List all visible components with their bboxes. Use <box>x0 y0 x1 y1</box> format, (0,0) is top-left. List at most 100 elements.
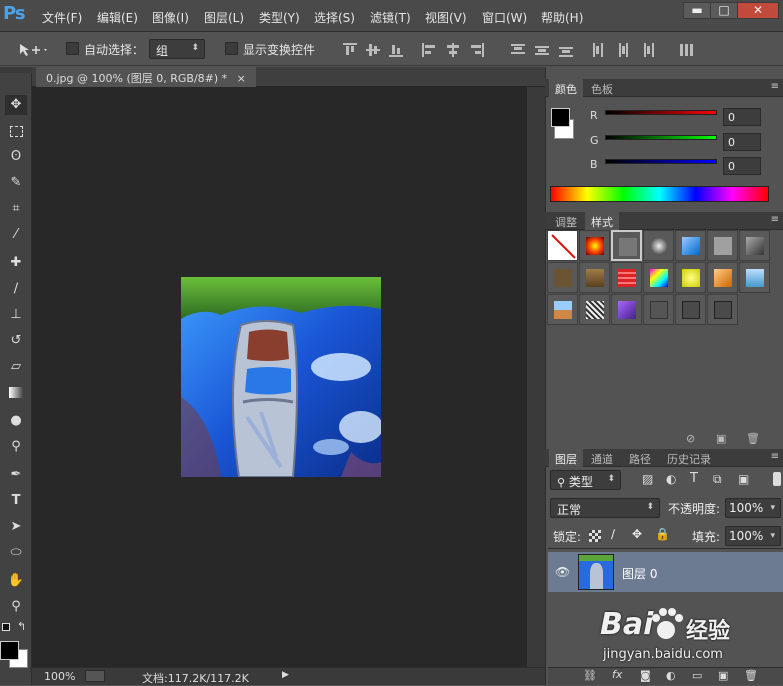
style-swatch[interactable] <box>579 294 610 325</box>
style-swatch[interactable] <box>707 294 738 325</box>
zoom-tool-icon[interactable]: ⚲ <box>5 597 27 617</box>
align-bottom-icon[interactable] <box>389 43 403 57</box>
blend-mode-dropdown[interactable]: 正常 ⬍ <box>550 498 660 518</box>
lock-transparent-pixels-icon[interactable] <box>589 530 601 542</box>
toolbar-grip[interactable] <box>0 67 32 73</box>
new-style-icon[interactable]: ▣ <box>716 432 726 445</box>
style-swatch[interactable] <box>611 230 642 261</box>
tab-paths[interactable]: 路径 <box>623 449 657 467</box>
move-tool-icon[interactable]: ✥ <box>5 95 27 115</box>
filter-type-icon[interactable]: T <box>690 471 698 486</box>
menu-image[interactable]: 图像(I) <box>152 9 189 26</box>
align-left-icon[interactable] <box>422 43 436 57</box>
fill-field[interactable]: 100% ▾ <box>725 526 781 546</box>
style-swatch[interactable] <box>547 294 578 325</box>
style-swatch[interactable] <box>643 230 674 261</box>
style-swatch[interactable] <box>547 262 578 293</box>
style-swatch[interactable] <box>643 294 674 325</box>
foreground-color-swatch[interactable] <box>0 641 19 660</box>
quick-selection-tool-icon[interactable]: ✎ <box>5 173 27 193</box>
lock-all-icon[interactable]: 🔒 <box>655 527 670 541</box>
path-selection-tool-icon[interactable]: ➤ <box>5 517 27 537</box>
lock-image-pixels-icon[interactable]: ∕ <box>611 527 615 541</box>
gradient-tool-icon[interactable] <box>5 383 27 403</box>
style-swatch[interactable] <box>675 294 706 325</box>
clear-style-icon[interactable]: ⊘ <box>686 432 695 445</box>
clone-stamp-tool-icon[interactable]: ⊥ <box>5 305 27 325</box>
swap-colors-icon[interactable]: ↰ <box>17 620 26 633</box>
new-layer-icon[interactable]: ▣ <box>718 669 728 682</box>
layer-effects-icon[interactable]: fx <box>612 668 622 681</box>
healing-brush-tool-icon[interactable]: ✚ <box>5 253 27 273</box>
blue-value-field[interactable]: 0 <box>723 157 761 175</box>
style-swatch[interactable] <box>675 230 706 261</box>
delete-layer-icon[interactable]: 🗑 <box>744 669 758 682</box>
distribute-right-icon[interactable] <box>640 43 654 57</box>
filter-pixel-icon[interactable]: ▨ <box>642 472 653 486</box>
default-colors-icon[interactable] <box>2 623 10 631</box>
align-right-icon[interactable] <box>470 43 484 57</box>
show-transform-checkbox[interactable] <box>225 42 238 55</box>
tab-channels[interactable]: 通道 <box>585 449 619 467</box>
style-swatch[interactable] <box>707 262 738 293</box>
menu-window[interactable]: 窗口(W) <box>482 9 527 26</box>
align-hcenter-icon[interactable] <box>446 43 460 57</box>
distribute-bottom-icon[interactable] <box>559 43 573 57</box>
style-none-swatch[interactable] <box>547 230 578 261</box>
align-vcenter-icon[interactable] <box>366 43 380 57</box>
layer-name[interactable]: 图层 0 <box>622 565 657 582</box>
menu-filter[interactable]: 滤镜(T) <box>370 9 411 26</box>
style-swatch[interactable] <box>707 230 738 261</box>
auto-align-icon[interactable] <box>680 43 694 57</box>
dodge-tool-icon[interactable]: ⚲ <box>5 437 27 457</box>
lasso-tool-icon[interactable]: ʘ <box>5 147 27 167</box>
red-slider[interactable] <box>605 110 717 115</box>
panel-menu-icon[interactable]: ≡ <box>771 451 779 462</box>
distribute-hcenter-icon[interactable] <box>616 43 630 57</box>
filter-adjustment-icon[interactable]: ◐ <box>666 472 676 486</box>
panel-menu-icon[interactable]: ≡ <box>771 81 779 92</box>
menu-edit[interactable]: 编辑(E) <box>97 9 138 26</box>
tab-styles[interactable]: 样式 <box>585 212 619 230</box>
opacity-field[interactable]: 100% ▾ <box>725 498 781 518</box>
minimize-button[interactable]: ▬ <box>683 2 711 19</box>
eraser-tool-icon[interactable]: ▱ <box>5 357 27 377</box>
style-swatch[interactable] <box>739 262 770 293</box>
menu-select[interactable]: 选择(S) <box>314 9 355 26</box>
close-tab-icon[interactable]: × <box>237 72 246 85</box>
style-swatch[interactable] <box>675 262 706 293</box>
tab-layers[interactable]: 图层 <box>549 449 583 467</box>
adjustment-layer-icon[interactable]: ◐ <box>666 669 676 682</box>
crop-tool-icon[interactable]: ⌗ <box>5 199 27 219</box>
style-swatch[interactable] <box>643 262 674 293</box>
menu-file[interactable]: 文件(F) <box>42 9 82 26</box>
color-spectrum-bar[interactable] <box>550 186 769 202</box>
distribute-left-icon[interactable] <box>592 43 606 57</box>
close-button[interactable]: ✕ <box>737 2 779 19</box>
eyedropper-tool-icon[interactable]: ⁄ <box>5 225 27 245</box>
history-brush-tool-icon[interactable]: ↺ <box>5 331 27 351</box>
blur-tool-icon[interactable]: ● <box>5 411 27 431</box>
document-tab[interactable]: 0.jpg @ 100% (图层 0, RGB/8#) * × <box>36 67 256 87</box>
style-swatch[interactable] <box>579 230 610 261</box>
auto-select-dropdown[interactable]: 组 ⬍ <box>149 39 205 59</box>
style-swatch[interactable] <box>611 294 642 325</box>
tab-color[interactable]: 颜色 <box>549 79 583 97</box>
filter-toggle-icon[interactable] <box>773 472 781 486</box>
layer-filter-dropdown[interactable]: ⚲ 类型 ⬍ <box>550 470 621 490</box>
vertical-scrollbar[interactable] <box>527 87 545 667</box>
panel-menu-icon[interactable]: ≡ <box>771 214 779 225</box>
share-icon[interactable] <box>85 670 105 682</box>
menu-type[interactable]: 类型(Y) <box>259 9 300 26</box>
green-value-field[interactable]: 0 <box>723 133 761 151</box>
tab-adjustments[interactable]: 调整 <box>549 212 583 230</box>
style-swatch[interactable] <box>579 262 610 293</box>
ellipse-tool-icon[interactable]: ⬭ <box>5 543 27 563</box>
green-slider[interactable] <box>605 135 717 140</box>
hand-tool-icon[interactable]: ✋ <box>5 571 27 591</box>
new-group-icon[interactable]: ▭ <box>692 669 702 682</box>
style-swatch[interactable] <box>739 230 770 261</box>
marquee-tool-icon[interactable] <box>5 122 27 142</box>
color-foreground-swatch[interactable] <box>551 108 570 127</box>
lock-position-icon[interactable]: ✥ <box>632 527 642 541</box>
